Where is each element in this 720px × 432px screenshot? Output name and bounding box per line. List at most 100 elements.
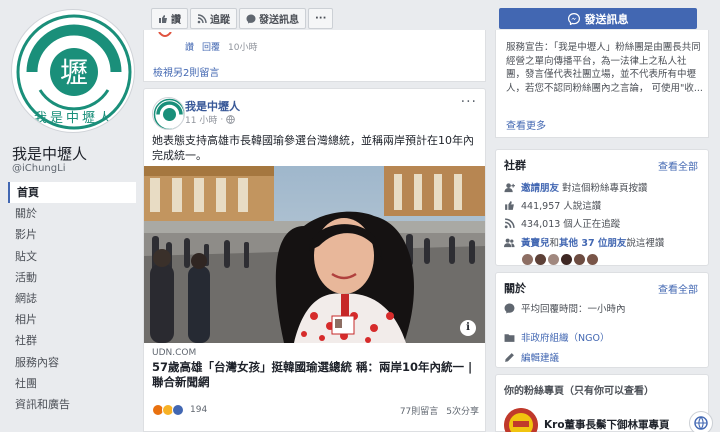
post-author-avatar[interactable] — [152, 97, 185, 130]
page-logo-icon — [153, 98, 184, 129]
category-link[interactable]: 非政府組織（NGO） — [521, 330, 609, 344]
pencil-icon — [505, 352, 514, 362]
follow-label: 追蹤 — [210, 15, 230, 26]
other-friends-link[interactable]: 其他 37 位朋友 — [559, 238, 626, 249]
like-label: 讚 — [171, 15, 181, 26]
nav-item-events[interactable]: 活動 — [8, 267, 136, 288]
send-message-button-label: 發送訊息 — [584, 12, 629, 26]
post-body-text: 她表態支持高雄市長韓國瑜參選台灣總統，並稱兩岸預計在10年內完成統一。 — [152, 134, 474, 162]
comment-reply-link[interactable]: 回覆 — [202, 40, 220, 53]
news-photo — [144, 166, 485, 343]
nav-item-groups[interactable]: 社團 — [8, 373, 136, 394]
page-logo-icon: 壢 我是中壢人 — [16, 14, 132, 130]
view-more-comments-link[interactable]: 檢視另2則留言 — [153, 64, 219, 79]
send-message-small-button[interactable]: 發送訊息 — [239, 8, 306, 29]
send-message-button[interactable]: 發送訊息 — [499, 8, 697, 29]
liked-page-avatar[interactable] — [504, 408, 538, 432]
friend-name-link[interactable]: 黃寶兒 — [521, 238, 550, 249]
invite-friends-icon — [504, 182, 515, 192]
nav-item-info-ads[interactable]: 資訊和廣告 — [8, 394, 136, 415]
info-button[interactable]: i — [460, 320, 476, 336]
comment-like-link[interactable]: 讚 — [185, 40, 194, 53]
thumbs-up-icon — [159, 14, 167, 23]
nav-item-about[interactable]: 關於 — [8, 203, 136, 224]
comment-count[interactable]: 77則留言 — [400, 404, 438, 417]
page-description-card: 服務宣告：「我是中壢人」粉絲團是由團長共同經營之單向傳播平台，為一法律上之私人社… — [495, 30, 709, 138]
page-title[interactable]: 我是中壢人 — [12, 143, 87, 164]
see-more-link[interactable]: 查看更多 — [506, 117, 546, 132]
link-domain: UDN.COM — [152, 348, 197, 358]
nav-item-home[interactable]: 首頁 — [8, 182, 136, 204]
category-row: 非政府組織（NGO） — [504, 330, 609, 344]
response-time: 平均回覆時間：一小時內 — [521, 304, 626, 315]
comment-time[interactable]: 10小時 — [228, 40, 257, 53]
edit-suggestion-link[interactable]: 編輯建議 — [521, 350, 559, 364]
like-page-button[interactable]: 讚 — [151, 8, 188, 29]
edit-suggestion-row: 編輯建議 — [504, 350, 559, 364]
liked-page-name[interactable]: Kro董事長鬃下御林軍專頁 — [544, 417, 670, 432]
about-see-all-link[interactable]: 查看全部 — [658, 281, 698, 296]
page-action-bar: 讚 追蹤 發送訊息 ··· — [151, 8, 334, 29]
community-see-all-link[interactable]: 查看全部 — [658, 158, 698, 173]
messenger-icon — [504, 303, 515, 313]
left-sidebar: 壢 我是中壢人 我是中壢人 @iChungLi 首頁 關於 影片 貼文 活動 網… — [0, 0, 140, 432]
friends-icon — [504, 238, 515, 247]
community-card: 社群 查看全部 邀請朋友 對這個粉絲專頁按讚 441,957 人說這讚 434,… — [495, 149, 709, 266]
follow-button[interactable]: 追蹤 — [190, 8, 237, 29]
rss-icon — [197, 13, 207, 23]
friend-avatars — [522, 254, 598, 265]
page-follows-row: 434,013 個人正在追蹤 — [504, 216, 620, 230]
post-timestamp: 11 小時 · — [185, 113, 236, 126]
nav-item-community[interactable]: 社群 — [8, 330, 136, 351]
nav-item-services[interactable]: 服務內容 — [8, 352, 136, 373]
page-avatar-icon — [504, 408, 538, 432]
rss-icon — [504, 217, 515, 228]
link-title[interactable]: 57歲高雄「台灣女孩」挺韓國瑜選總統 稱：兩岸10年內統一 | 聯合新聞網 — [152, 360, 482, 390]
more-options-button[interactable]: ··· — [308, 8, 334, 29]
invite-friends-link[interactable]: 邀請朋友 — [521, 183, 559, 194]
page-nav: 首頁 關於 影片 貼文 活動 網誌 相片 社群 服務內容 社團 資訊和廣告 — [8, 182, 136, 415]
about-title: 關於 — [504, 282, 526, 295]
friend-avatar[interactable] — [561, 254, 572, 265]
friend-avatar[interactable] — [522, 254, 533, 265]
post-options-button[interactable]: ··· — [461, 94, 477, 110]
share-count[interactable]: 5次分享 — [446, 404, 479, 417]
response-time-row: 平均回覆時間：一小時內 — [504, 301, 626, 315]
like-reaction-icon — [172, 404, 184, 416]
nav-item-photos[interactable]: 相片 — [8, 309, 136, 330]
post-link-image[interactable]: i — [144, 166, 485, 343]
post-time-text[interactable]: 11 小時 — [185, 113, 217, 126]
send-message-label: 發送訊息 — [259, 15, 299, 26]
page-likes-count: 441,957 人說這讚 — [521, 201, 602, 212]
page-likes-row: 441,957 人說這讚 — [504, 198, 601, 212]
reaction-count[interactable]: 194 — [190, 405, 207, 415]
svg-text:壢: 壢 — [60, 56, 88, 89]
nav-item-notes[interactable]: 網誌 — [8, 288, 136, 309]
thumbs-up-icon — [505, 200, 514, 210]
friends-like-row: 黃寶兒和其他 37 位朋友說這裡讚 — [504, 235, 664, 249]
friend-avatar[interactable] — [535, 254, 546, 265]
reaction-icons[interactable] — [152, 404, 184, 416]
comment-avatar-icon — [158, 32, 172, 37]
nav-item-posts[interactable]: 貼文 — [8, 246, 136, 267]
nav-item-videos[interactable]: 影片 — [8, 224, 136, 245]
profile-picture[interactable]: 壢 我是中壢人 — [11, 9, 135, 133]
page-handle[interactable]: @iChungLi — [12, 163, 65, 174]
messenger-icon — [567, 12, 580, 25]
globe-icon — [226, 115, 236, 124]
post-author-name[interactable]: 我是中壢人 — [185, 98, 240, 114]
language-globe-button[interactable] — [689, 411, 713, 432]
link-preview[interactable]: UDN.COM 57歲高雄「台灣女孩」挺韓國瑜選總統 稱：兩岸10年內統一 | … — [144, 343, 485, 390]
folder-icon — [504, 333, 515, 342]
community-title: 社群 — [504, 159, 526, 172]
post-reactions-bar: 194 77則留言 5次分享 — [152, 401, 479, 419]
friend-avatar[interactable] — [587, 254, 598, 265]
friend-avatar[interactable] — [574, 254, 585, 265]
your-pages-title: 你的粉絲專頁（只有你可以查看） — [504, 386, 654, 397]
messenger-icon — [246, 14, 256, 23]
your-pages-card: 你的粉絲專頁（只有你可以查看） Kro董事長鬃下御林軍專頁 — [495, 374, 709, 432]
page-follows-count: 434,013 個人正在追蹤 — [521, 219, 621, 230]
post-stats: 77則留言 5次分享 — [400, 404, 479, 417]
friend-avatar[interactable] — [548, 254, 559, 265]
about-card: 關於 查看全部 平均回覆時間：一小時內 非政府組織（NGO） 編輯建議 — [495, 272, 709, 368]
